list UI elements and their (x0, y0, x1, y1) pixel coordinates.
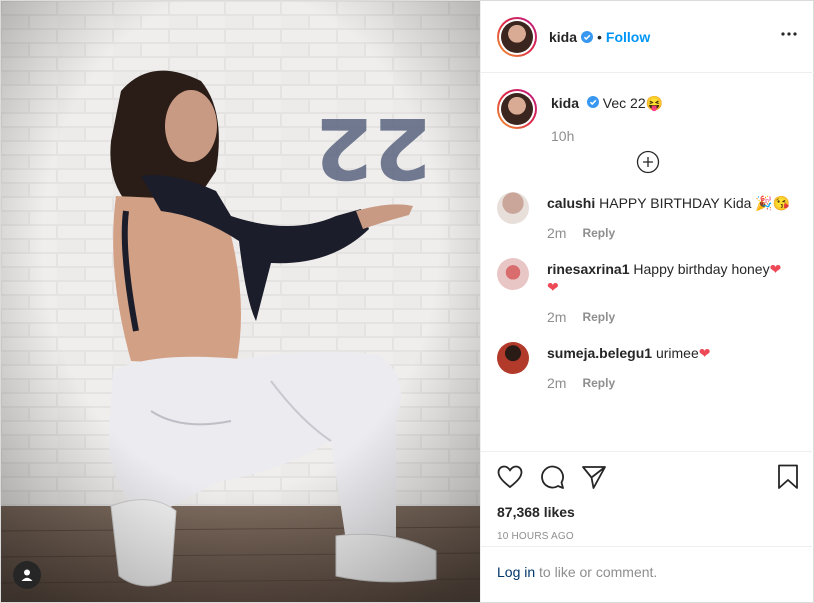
comment-age: 2m (547, 225, 567, 241)
heart-emoji-icon: ❤ (769, 261, 782, 277)
share-icon[interactable] (581, 464, 607, 490)
instagram-post: 22 (0, 0, 814, 603)
likes-count[interactable]: 87,368 likes (497, 504, 799, 520)
login-prompt: Log in to like or comment. (481, 546, 814, 602)
reply-button[interactable]: Reply (582, 374, 615, 392)
bookmark-icon[interactable] (777, 464, 799, 490)
comment-username[interactable]: sumeja.belegu1 (547, 345, 652, 361)
comment-item: calushi HAPPY BIRTHDAY Kida 🎉😘 2m Reply (497, 192, 798, 242)
author-username[interactable]: kida (549, 29, 577, 45)
follow-button[interactable]: Follow (606, 29, 650, 45)
post-caption: kida Vec 22😝 10h (497, 89, 798, 144)
comment-item: sumeja.belegu1 urimee❤ 2m Reply (497, 342, 798, 392)
comment-age: 2m (547, 309, 567, 325)
post-photo[interactable]: 22 (1, 1, 480, 602)
more-options-icon[interactable] (780, 25, 798, 46)
caption-emoji: 😝 (645, 95, 664, 111)
comment-avatar[interactable] (497, 192, 529, 224)
reply-button[interactable]: Reply (582, 224, 615, 242)
comment-icon[interactable] (539, 464, 565, 490)
comment-text: HAPPY BIRTHDAY Kida 🎉😘 (599, 195, 791, 211)
reply-button[interactable]: Reply (582, 308, 615, 326)
login-link[interactable]: Log in (497, 564, 535, 580)
comment-avatar[interactable] (497, 342, 529, 374)
verified-badge-icon (586, 96, 599, 108)
heart-icon[interactable] (497, 465, 523, 489)
login-prompt-text: to like or comment. (539, 564, 658, 580)
heart-emoji-icon: ❤ (547, 279, 559, 295)
verified-badge-icon (581, 30, 594, 43)
load-more-comments-button[interactable] (497, 150, 798, 174)
caption-text: Vec 22 (602, 95, 646, 111)
comment-username[interactable]: rinesaxrina1 (547, 261, 630, 277)
user-tag-icon (20, 568, 34, 582)
separator-dot: • (597, 28, 602, 45)
photo-illustration: 22 (1, 1, 480, 602)
comment-username[interactable]: calushi (547, 195, 595, 211)
caption-username[interactable]: kida (551, 95, 579, 111)
comment-age: 2m (547, 375, 567, 391)
author-avatar[interactable] (497, 16, 537, 57)
load-more-comments-icon (636, 150, 660, 174)
comment-text: Happy birthday honey (633, 261, 770, 277)
comment-text: urimee (655, 345, 699, 361)
user-tag-button[interactable] (13, 561, 41, 589)
post-actions: 87,368 likes 10 HOURS AGO (481, 451, 814, 542)
comments-section: kida Vec 22😝 10h calushi HAPPY BIRTHDAY … (481, 73, 814, 451)
comment-item: rinesaxrina1 Happy birthday honey❤ ❤ 2m Re… (497, 258, 798, 326)
comment-avatar[interactable] (497, 258, 529, 290)
caption-author-avatar[interactable] (497, 89, 537, 129)
caption-age: 10h (551, 128, 575, 144)
post-header: kida • Follow (481, 1, 814, 73)
heart-emoji-icon: ❤ (698, 345, 711, 361)
post-timestamp: 10 HOURS AGO (497, 531, 574, 542)
post-side-panel: kida • Follow kida Vec 22😝 10h calushi H… (480, 1, 814, 602)
